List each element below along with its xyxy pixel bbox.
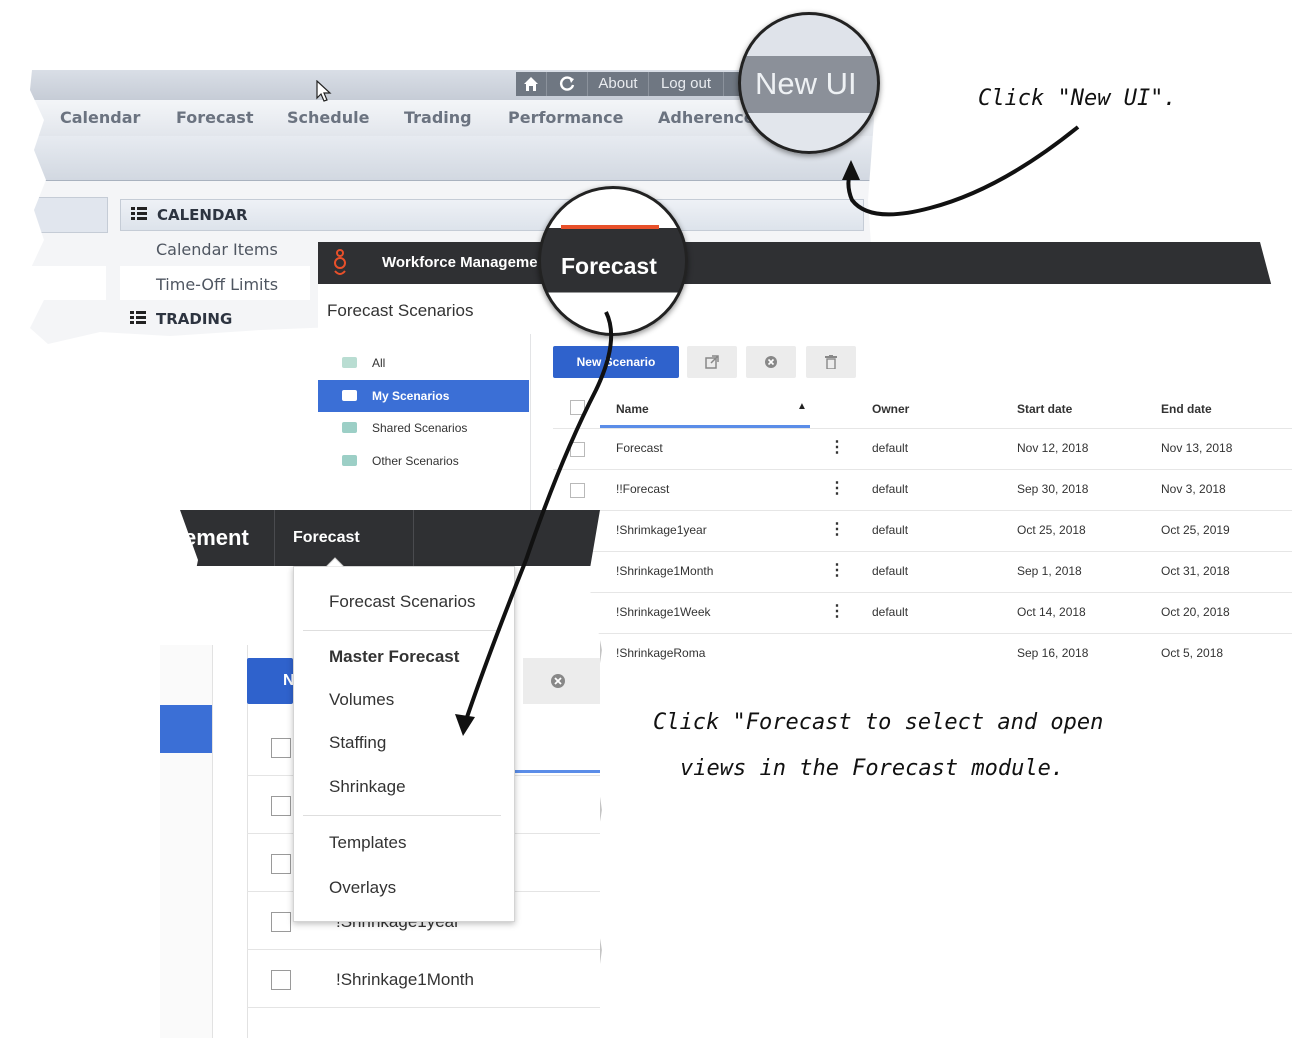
new-ui-arrow (846, 125, 1080, 217)
arrowhead-icon (455, 714, 475, 736)
callout-arrows (455, 125, 1080, 736)
arrowhead-icon (842, 160, 860, 180)
new-ui-instruction: Click "New UI". (978, 86, 1177, 111)
forecast-instruction-line2: views in the Forecast module. (680, 756, 1065, 781)
forecast-arrow (464, 311, 614, 721)
forecast-instruction-line1: Click "Forecast to select and open (653, 710, 1104, 735)
